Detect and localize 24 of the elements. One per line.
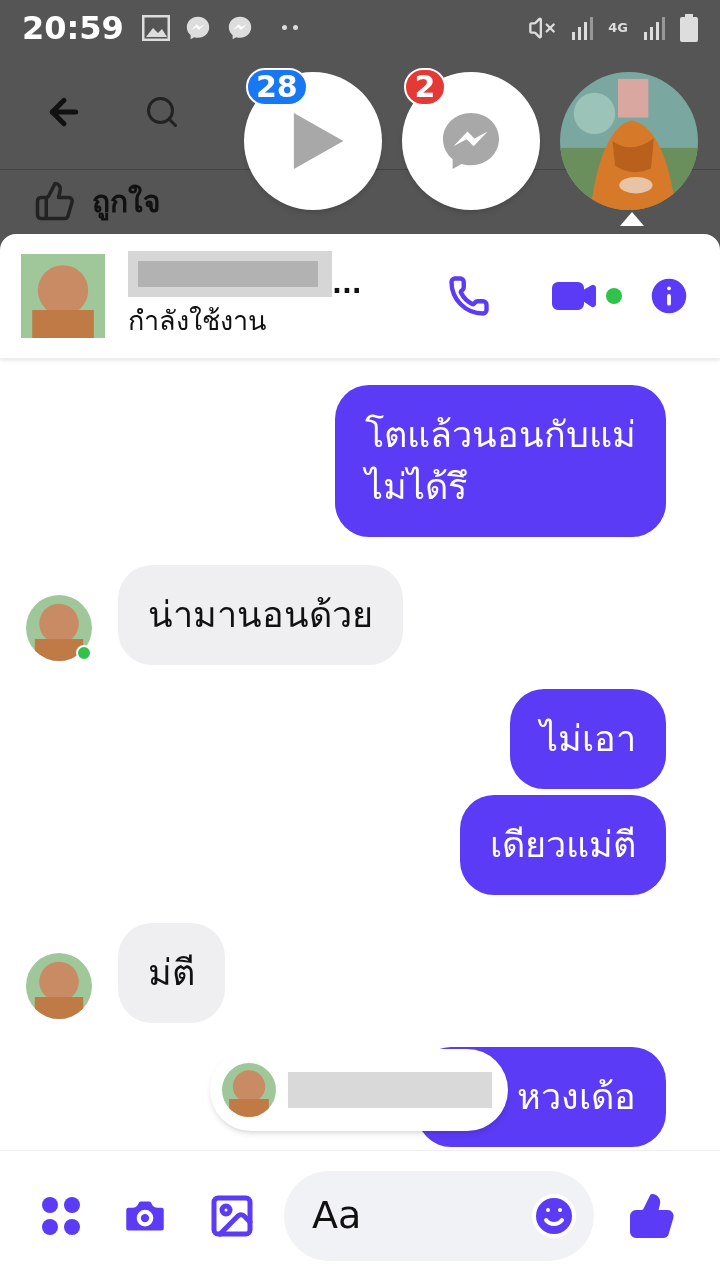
clock: 20:59 — [22, 7, 124, 49]
notification-badge: 28 — [246, 68, 308, 106]
message-field[interactable]: Aa — [312, 1187, 512, 1244]
outgoing-message: โตแล้วนอนกับแม่ ไม่ได้รึ — [335, 385, 666, 537]
signal-icon — [570, 15, 595, 40]
image-icon — [141, 14, 170, 41]
active-status: กำลังใช้งาน — [128, 303, 267, 338]
like-label[interactable]: ถูกใจ — [92, 178, 161, 224]
battery-icon — [680, 13, 698, 42]
signal-icon — [642, 15, 666, 40]
outgoing-message: เดียวแม่ตี — [460, 795, 666, 895]
phone-icon[interactable] — [448, 275, 490, 317]
incoming-message: ม่ตี — [118, 923, 225, 1023]
name-ellipsis: ... — [332, 270, 362, 297]
outgoing-message: ไม่เอา — [510, 689, 666, 789]
notification-badge: 2 — [404, 68, 446, 106]
incoming-message: น่ามานอนด้วย — [118, 565, 403, 665]
like-icon[interactable] — [628, 1191, 676, 1240]
emoji-icon[interactable] — [530, 1191, 578, 1240]
network-type: 4G — [608, 21, 628, 34]
more-dots-icon — [281, 25, 298, 30]
menu-dots-icon[interactable] — [40, 1194, 82, 1237]
sender-avatar — [222, 1063, 276, 1117]
message-input[interactable]: Aa — [284, 1170, 594, 1261]
